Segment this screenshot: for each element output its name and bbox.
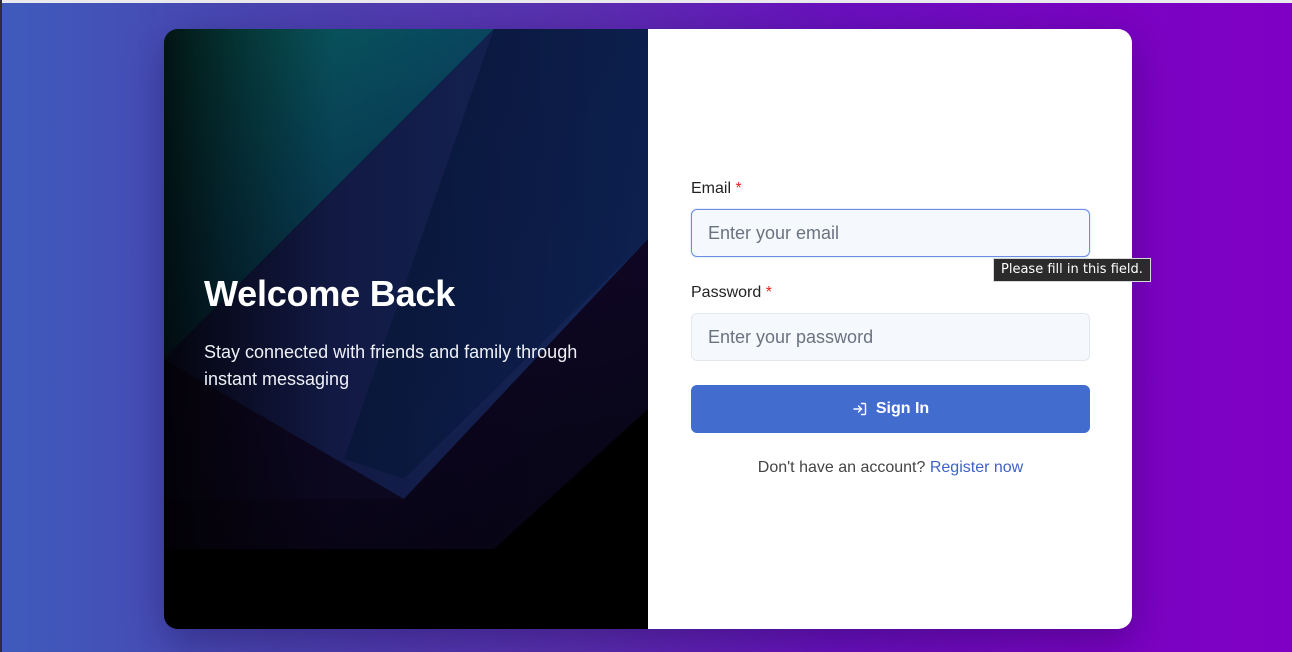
hero-title: Welcome Back (204, 273, 456, 314)
hero-subtitle: Stay connected with friends and family t… (204, 342, 578, 389)
email-required-marker: * (735, 180, 742, 197)
hero-panel: Welcome Back Stay connected with friends… (164, 29, 648, 629)
form-panel: Email * Password * Sign In (648, 29, 1132, 629)
password-required-marker: * (765, 284, 772, 301)
password-group: Password * (691, 283, 1090, 361)
email-group: Email * (691, 179, 1090, 257)
email-label: Email * (691, 179, 1090, 199)
login-form: Email * Password * Sign In (691, 179, 1090, 477)
window-left-edge (0, 0, 2, 652)
register-prompt-line: Don't have an account? Register now (691, 459, 1090, 477)
password-input[interactable] (691, 313, 1090, 361)
password-label-text: Password (691, 284, 762, 301)
browser-top-strip (0, 0, 1292, 3)
register-prompt: Don't have an account? (757, 459, 926, 476)
validation-tooltip: Please fill in this field. (993, 258, 1151, 282)
hero-text: Welcome Back Stay connected with friends… (204, 273, 624, 393)
email-label-text: Email (691, 180, 732, 197)
sign-in-button[interactable]: Sign In (691, 385, 1090, 433)
email-input[interactable] (691, 209, 1090, 257)
password-label: Password * (691, 283, 1090, 303)
register-link[interactable]: Register now (930, 459, 1023, 476)
login-icon (853, 402, 867, 416)
login-card: Welcome Back Stay connected with friends… (164, 29, 1132, 629)
sign-in-label: Sign In (875, 400, 930, 417)
